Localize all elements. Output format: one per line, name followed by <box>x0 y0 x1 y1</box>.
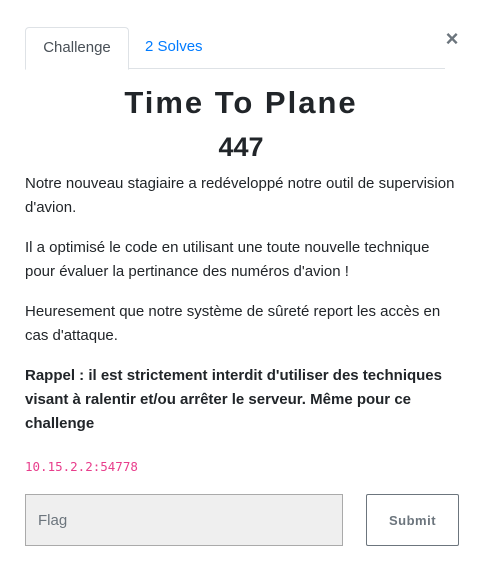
challenge-modal: Challenge 2 Solves × Time To Plane 447 N… <box>0 0 486 585</box>
challenge-value: 447 <box>218 132 264 162</box>
flag-input[interactable] <box>25 494 343 546</box>
tab-challenge[interactable]: Challenge <box>25 27 129 70</box>
tab-solves[interactable]: 2 Solves <box>129 27 219 69</box>
challenge-title: Time To Plane <box>124 85 358 120</box>
description-paragraph: Notre nouveau stagiaire a redéveloppé no… <box>25 175 455 216</box>
submit-button[interactable]: Submit <box>366 494 459 546</box>
description-paragraph: Il a optimisé le code en utilisant une t… <box>25 239 430 280</box>
connection-info: 10.15.2.2:54778 <box>25 459 138 474</box>
challenge-tabs: Challenge 2 Solves <box>25 27 445 70</box>
challenge-description: Notre nouveau stagiaire a redéveloppé no… <box>25 172 461 452</box>
description-paragraph: Heuresement que notre système de sûreté … <box>25 303 441 344</box>
close-icon[interactable]: × <box>441 27 463 51</box>
description-warning: Rappel : il est strictement interdit d'u… <box>25 367 442 432</box>
